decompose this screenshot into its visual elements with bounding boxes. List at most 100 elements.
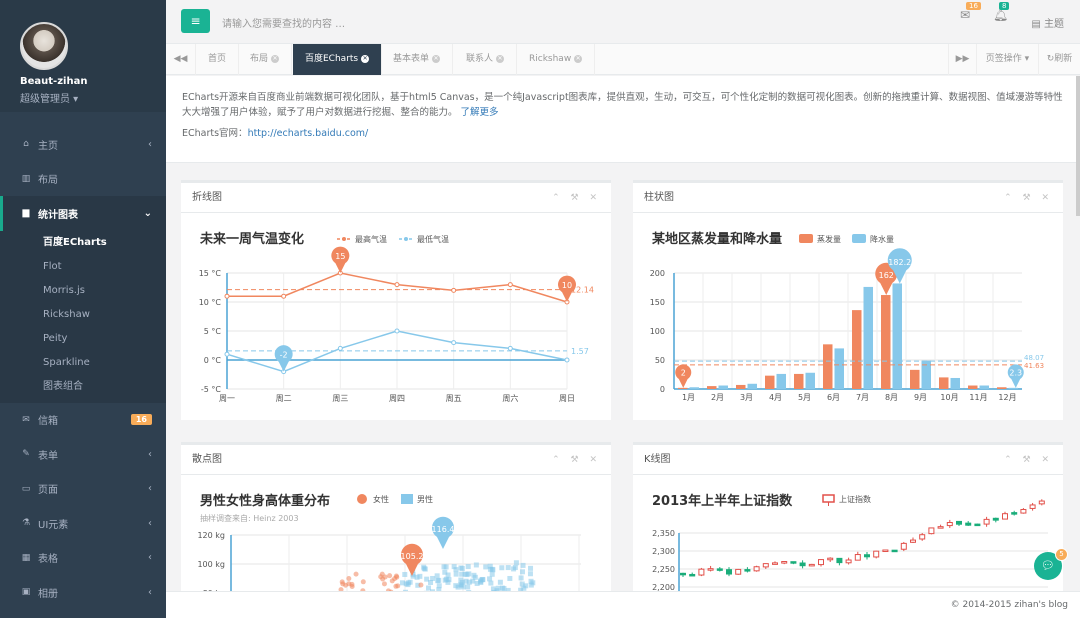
sidebar-item-gallery[interactable]: ▣ 相册 ‹ [0,575,166,610]
close-icon[interactable]: ✕ [271,54,280,63]
data-point [489,571,495,577]
submenu-item-echarts[interactable]: 百度ECharts [0,231,166,255]
profile-role-dropdown[interactable]: 超级管理员 ▾ [20,90,166,105]
data-point [483,564,489,570]
tab-basic-form[interactable]: 基本表单 ✕ [381,44,454,75]
legend-label: 男性 [417,494,433,504]
refresh-button[interactable]: ↻刷新 [1038,44,1080,75]
close-icon[interactable]: ✕ [496,54,505,63]
chat-count-badge: 5 [1055,548,1068,561]
avatar[interactable] [20,22,68,70]
legend-swatch [799,234,813,243]
y-tick-label: 50 [655,356,665,365]
sidebar-item-charts[interactable]: ▆ 统计图表 ⌄ [0,196,166,231]
bar [794,373,804,389]
envelope-icon: ✉ [960,8,971,22]
submenu-item-morris[interactable]: Morris.js [0,279,166,303]
sidebar-item-home[interactable]: ⌂ 主页 ‹ [0,127,166,162]
data-point [430,575,436,581]
sidebar-item-mailbox[interactable]: ✉ 信箱 16 [0,403,166,438]
data-point [403,581,409,587]
kline-chart[interactable]: 2013年上半年上证指数 上证指数2,3502,3002,2502,200 [633,478,1063,605]
candle [845,559,852,564]
sidebar-item-label: 相册 [38,588,58,600]
data-point [424,576,430,582]
x-tick-label: 周一 [219,394,235,403]
page-ops-dropdown[interactable]: 页签操作 ▾ [976,44,1038,75]
scatter-chart[interactable]: 男性女性身高体重分布抽样调查来自: Heinz 2003 女性 男性 120 kg 10… [181,478,611,605]
data-point [387,573,393,579]
panel-tools[interactable]: ⌃ ⚒ ✕ [552,445,601,475]
submenu-item-rickshaw[interactable]: Rickshaw [0,303,166,327]
sidebar-item-ui[interactable]: ⚗ UI元素 ‹ [0,506,166,541]
line-chart[interactable]: 未来一周气温变化 最高气温 最低气温15 °C10 °C5 °C0 °C-5 °C周… [181,216,611,423]
data-point [507,282,513,288]
legend-label: 蒸发量 [817,234,841,244]
data-point [381,581,387,587]
marker-label: 15 [335,252,345,261]
data-point [520,562,526,568]
desktop-icon: ▭ [21,483,31,494]
candle [680,572,686,576]
tab-contacts[interactable]: 联系人 ✕ [454,44,518,75]
candle [919,534,926,540]
y-tick-label: 2,300 [652,547,675,556]
tab-home[interactable]: 首页 [196,44,240,75]
bar [765,375,775,389]
bar [863,286,873,389]
marker-label: 10 [562,281,572,290]
sidebar-item-layout[interactable]: ▥ 布局 [0,162,166,197]
x-tick-label: 5月 [798,393,811,402]
scrollbar[interactable] [1076,76,1080,216]
candle [937,526,944,529]
top-bar: ≡ 请输入您需要查找的内容 … ✉ 16 🔔︎ 8 ▤ 主题 [166,0,1080,44]
submenu-item-peity[interactable]: Peity [0,327,166,351]
panel-tools[interactable]: ⌃ ⚒ ✕ [1004,183,1053,213]
panel-tools[interactable]: ⌃ ⚒ ✕ [1004,445,1053,475]
candle [799,562,806,567]
sidebar-item-forms[interactable]: ✎ 表单 ‹ [0,437,166,472]
panel-title-text: 散点图 [192,454,222,465]
tab-echarts[interactable]: 百度ECharts ✕ [293,44,383,75]
data-point [453,571,459,577]
data-point [460,584,466,590]
envelope-icon: ✉ [22,414,30,425]
average-label: 1.57 [571,347,589,356]
chat-button[interactable]: 💬︎ 5 [1034,548,1068,580]
tab-rickshaw[interactable]: Rickshaw ✕ [517,44,596,75]
menu-toggle-button[interactable]: ≡ [181,9,210,33]
profile-name: Beaut-zihan [20,76,88,87]
theme-button[interactable]: ▤ 主题 [1031,15,1064,30]
tab-scroll-left-button[interactable]: ◀◀ [166,44,196,75]
chevron-left-icon: ‹ [148,586,152,598]
tab-scroll-right-button[interactable]: ▶▶ [948,44,976,75]
search-input[interactable]: 请输入您需要查找的内容 … [222,15,345,30]
legend-dot [342,237,346,241]
learn-more-link[interactable]: 了解更多 [461,107,499,118]
candle [827,557,834,561]
submenu-item-combo[interactable]: 图表组合 [0,375,166,399]
candle [818,559,824,566]
x-tick-label: 2月 [711,393,724,402]
tab-layout[interactable]: 布局 ✕ [238,44,293,75]
bar [892,283,902,389]
submenu-item-flot[interactable]: Flot [0,255,166,279]
mail-button[interactable]: ✉ 16 [960,2,981,22]
panel-tools[interactable]: ⌃ ⚒ ✕ [552,183,601,213]
average-label: 48.07 [1024,354,1044,362]
close-icon[interactable]: ✕ [432,54,441,63]
candle [744,569,751,572]
sidebar-item-pages[interactable]: ▭ 页面 ‹ [0,472,166,507]
sidebar-item-label: 信箱 [38,416,58,428]
notification-button[interactable]: 🔔︎ 8 [993,2,1010,22]
chart-title: 某地区蒸发量和降水量 [651,231,782,247]
sidebar-item-tables[interactable]: ▦ 表格 ‹ [0,541,166,576]
submenu-item-sparkline[interactable]: Sparkline [0,351,166,375]
candle [882,549,889,553]
close-icon[interactable]: ✕ [574,54,583,63]
echarts-site-link[interactable]: http://echarts.baidu.com/ [248,128,369,139]
close-icon[interactable]: ✕ [361,54,370,63]
bar-chart[interactable]: 某地区蒸发量和降水量 蒸发量 降水量 200 150 100 50 0 1月 2月 3月 4月 5月 6月… [633,216,1063,423]
legend-swatch [357,494,367,504]
sidebar-item-label: 页面 [38,485,58,497]
